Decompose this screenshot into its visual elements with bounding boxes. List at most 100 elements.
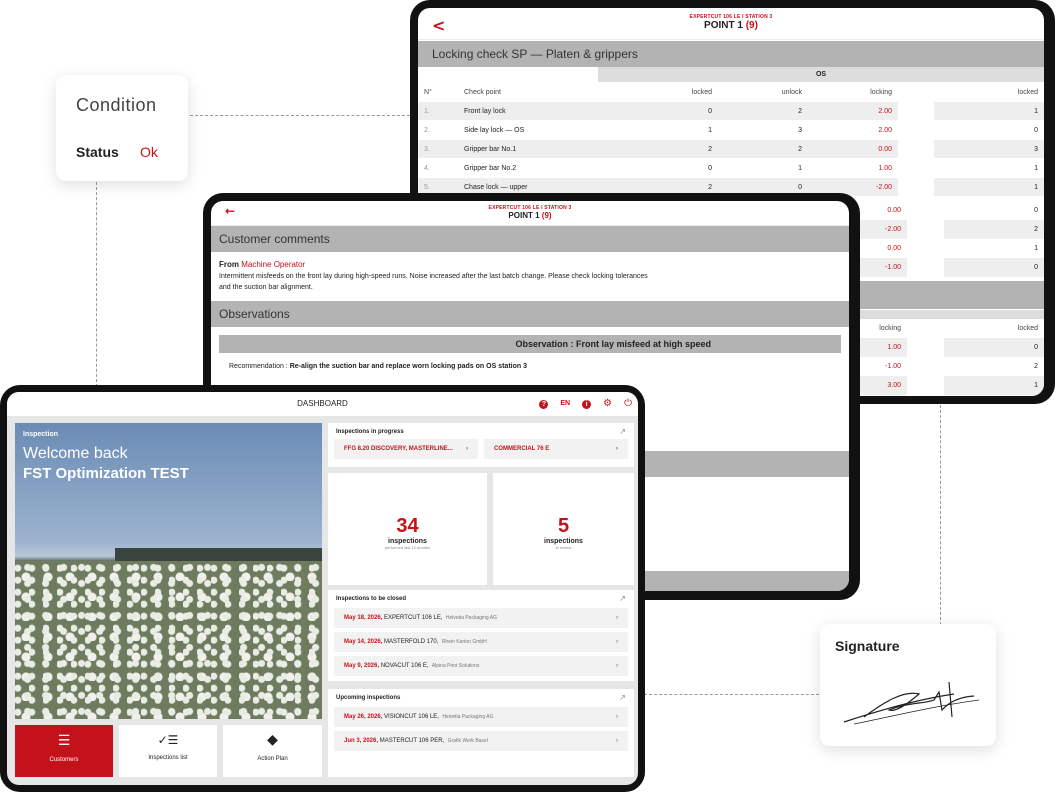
item-machine: NOVACUT 106 E, <box>380 663 429 669</box>
table-row: -2.00 2 <box>838 220 1044 239</box>
footer-band <box>641 571 849 591</box>
table-row[interactable]: 1. Front lay lock 0 2 2.00 1 <box>418 102 1044 120</box>
table-row[interactable]: 4. Gripper bar No.2 0 1 1.00 1 <box>418 159 1044 177</box>
cell: 1 <box>1034 245 1038 252</box>
tile-label: Action Plan <box>257 756 288 762</box>
gear-icon[interactable]: ⚙ <box>603 392 612 416</box>
comment-block: From Machine Operator Intermittent misfe… <box>211 252 849 301</box>
expand-icon[interactable]: ↗ <box>619 594 626 603</box>
stat-sub: in review <box>555 545 572 550</box>
stat-sub: performed last 12 months <box>384 545 431 550</box>
point-title: POINT 1 (9) <box>211 211 849 220</box>
list-item[interactable]: FFG 8.20 DISCOVERY, MASTERLINE... › <box>334 439 478 459</box>
chevron-right-icon: › <box>616 714 618 720</box>
dashboard-title: DASHBOARD <box>297 399 348 408</box>
point-label: POINT 1 <box>704 20 743 31</box>
item-customer: Alpina Print Solutions <box>431 663 480 669</box>
col-header: locking <box>870 88 892 96</box>
cell: 0 <box>638 102 718 120</box>
welcome-text: Welcome back <box>23 445 128 462</box>
item-date: May 14, 2026, <box>344 639 383 645</box>
expand-icon[interactable]: ↗ <box>619 693 626 702</box>
extra-rows: 0.00 0 -2.00 2 0.00 1 -1.00 0 locking locked … <box>838 201 1044 395</box>
col-header: N° <box>424 88 432 96</box>
expand-icon[interactable]: ↗ <box>619 427 626 436</box>
table-row[interactable]: 3. Gripper bar No.1 2 2 0.00 3 <box>418 140 1044 158</box>
item-machine: MASTERCUT 106 PER, <box>379 738 445 744</box>
list-icon: ☰ <box>57 733 71 749</box>
cell: 0.00 <box>808 140 898 158</box>
cell: 1 <box>708 126 712 134</box>
dashboard-screen: DASHBOARD ? EN i ⚙ ⏻ Inspection Welcome … <box>7 392 638 785</box>
cell: 0 <box>708 164 712 172</box>
list-item[interactable]: May 9, 2026, NOVACUT 106 E, Alpina Print… <box>334 656 628 676</box>
machine-subtitle: EXPERTCUT 106 LE I STATION 3 <box>488 205 572 211</box>
condition-card: Condition Status Ok <box>56 75 188 181</box>
user-name: FST Optimization TEST <box>23 465 189 482</box>
info-icon[interactable]: i <box>582 399 592 409</box>
table-row: -1.00 0 <box>838 258 1044 277</box>
cell: 2.00 <box>878 126 892 134</box>
hero-panel: Inspection Welcome back FST Optimization… <box>15 423 322 719</box>
layers-icon: ◆ <box>267 732 278 748</box>
help-icon[interactable]: ? <box>539 399 549 409</box>
col-header: Check point <box>464 88 501 96</box>
tile-inspections-list[interactable]: ✓☰ Inspections list <box>119 725 217 777</box>
cell: 1 <box>1034 164 1038 172</box>
in-progress-panel: Inspections in progress ↗ FFG 8.20 DISCO… <box>328 423 634 467</box>
stat-card[interactable]: 34 inspections performed last 12 months <box>328 473 487 585</box>
list-item[interactable]: May 26, 2026, VISIONCUT 106 LE, Helvetia… <box>334 707 628 727</box>
section-band <box>641 451 849 477</box>
in-progress-list: FFG 8.20 DISCOVERY, MASTERLINE... › COMME… <box>328 439 634 459</box>
building-shape <box>115 548 322 562</box>
row-name: Gripper bar No.2 <box>464 164 517 172</box>
cell: 1 <box>934 178 1044 196</box>
row-num: 3. <box>418 140 458 158</box>
chevron-right-icon: › <box>616 663 618 669</box>
dashboard-tablet: DASHBOARD ? EN i ⚙ ⏻ Inspection Welcome … <box>0 385 645 792</box>
connector-line <box>190 115 410 116</box>
tile-customers[interactable]: ☰ Customers <box>15 725 113 777</box>
condition-title: Condition <box>76 95 157 115</box>
table-header-row: N° Check point locked unlock locking loc… <box>418 83 1044 101</box>
panel-title: Inspections to be closed <box>336 596 407 602</box>
signature-title: Signature <box>835 638 900 654</box>
cell: 2 <box>718 102 808 120</box>
point-label: POINT 1 <box>508 211 540 220</box>
item-machine: EXPERTCUT 106 LE, <box>384 615 443 621</box>
list-item[interactable]: May 18, 2026, EXPERTCUT 106 LE, Helvetia… <box>334 608 628 628</box>
point-count: (9) <box>541 211 552 220</box>
comments-title: Customer comments <box>211 226 849 252</box>
col-header: locked <box>691 88 712 96</box>
stat-card[interactable]: 5 inspections in review <box>493 473 634 585</box>
mid-header: ← EXPERTCUT 106 LE I STATION 3 POINT 1 (… <box>211 201 849 226</box>
flower-field <box>15 561 322 719</box>
cell: 1 <box>1034 382 1038 389</box>
list-item[interactable]: COMMERCIAL 76 E › <box>484 439 628 459</box>
col-header: unlock <box>781 88 802 96</box>
row-num: 4. <box>424 164 430 172</box>
list-item[interactable]: May 14, 2026, MASTERFOLD 170, Rhein Kart… <box>334 632 628 652</box>
row-num: 2. <box>424 126 430 134</box>
back-arrow-icon[interactable]: < <box>432 16 445 35</box>
list-item[interactable]: Jun 3, 2026, MASTERCUT 106 PER, Grafik W… <box>334 731 628 751</box>
to-close-panel: Inspections to be closed ↗ May 18, 2026,… <box>328 590 634 681</box>
chevron-right-icon: › <box>616 639 618 645</box>
language-button[interactable]: EN <box>560 392 570 416</box>
cell: 2 <box>1034 226 1038 233</box>
table-row: 3.00 1 <box>838 376 1044 395</box>
cell: 0 <box>1034 207 1038 214</box>
machine-subtitle: EXPERTCUT 106 LE I STATION 3 <box>689 14 773 20</box>
point-count: (9) <box>745 20 758 31</box>
table-row[interactable]: 2. Side lay lock — OS 1 3 2.00 0 <box>418 121 1044 139</box>
row-num: 1. <box>418 102 458 120</box>
checklist-icon: ✓☰ <box>157 733 179 747</box>
power-icon[interactable]: ⏻ <box>624 392 632 416</box>
back-arrow-icon[interactable]: ← <box>225 204 235 218</box>
recommendation-label: Recommendation : <box>229 363 288 370</box>
item-machine: VISIONCUT 106 LE, <box>384 714 439 720</box>
tile-action-plan[interactable]: ◆ Action Plan <box>223 725 322 777</box>
upcoming-panel: Upcoming inspections ↗ May 26, 2026, VIS… <box>328 689 634 777</box>
item-customer: Helvetia Packaging AG <box>445 615 498 621</box>
row-name: Side lay lock — OS <box>464 126 525 134</box>
